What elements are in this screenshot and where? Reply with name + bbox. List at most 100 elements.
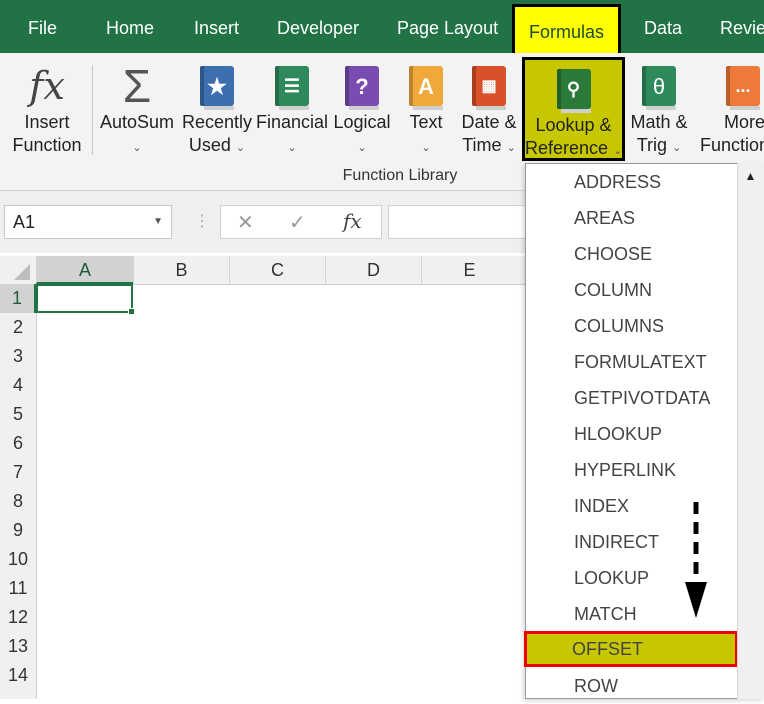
more-functions-label: More: [724, 112, 764, 132]
magnifier-book-icon: ⚲: [556, 69, 591, 113]
text-button[interactable]: A Text ⌄: [404, 53, 448, 160]
menu-item-formulatext[interactable]: FORMULATEXT: [526, 344, 739, 380]
row-header-12[interactable]: 12: [0, 603, 36, 632]
select-all-button[interactable]: [0, 256, 36, 284]
tab-file[interactable]: File: [28, 0, 57, 53]
autosum-label: AutoSum: [99, 112, 175, 132]
row-header-14[interactable]: 14: [0, 661, 36, 690]
function-library-group-label: Function Library: [342, 167, 458, 184]
financial-button[interactable]: ☰ Financial ⌄: [256, 53, 328, 160]
tab-page-layout[interactable]: Page Layout: [397, 0, 498, 53]
column-header-b[interactable]: B: [133, 256, 229, 284]
chevron-down-icon: ⌄: [357, 142, 367, 154]
tab-formulas[interactable]: Formulas: [512, 4, 622, 56]
menu-item-areas[interactable]: AREAS: [526, 200, 739, 236]
column-header-a[interactable]: A: [36, 256, 133, 284]
lookup-reference-dropdown: ADDRESS AREAS CHOOSE COLUMN COLUMNS FORM…: [524, 163, 764, 699]
more-book-icon: ...: [726, 66, 760, 110]
column-header-c[interactable]: C: [229, 256, 325, 284]
menu-item-column[interactable]: COLUMN: [526, 272, 739, 308]
theta-book-icon: θ: [642, 66, 676, 110]
lookup-reference-label-2: Reference: [525, 138, 609, 158]
menu-item-offset[interactable]: OFFSET: [524, 631, 738, 667]
fx-icon: fx: [29, 63, 65, 108]
recently-used-label: Recently: [182, 112, 253, 132]
date-time-label-2: Time: [462, 135, 502, 155]
row-header-2[interactable]: 2: [0, 313, 36, 342]
chevron-down-icon: ⌄: [672, 142, 682, 154]
math-trig-label-2: Trig: [636, 135, 668, 155]
row-header-6[interactable]: 6: [0, 429, 36, 458]
logical-label: Logical: [333, 112, 391, 132]
recently-used-label-2: Used: [188, 135, 231, 155]
menu-item-hlookup[interactable]: HLOOKUP: [526, 416, 739, 452]
question-book-icon: ?: [345, 66, 379, 110]
tab-review[interactable]: Review: [720, 0, 764, 53]
logical-button[interactable]: ? Logical ⌄: [332, 53, 392, 160]
more-functions-button[interactable]: ... More Functions: [700, 53, 764, 157]
chevron-down-icon: ⌄: [421, 142, 431, 154]
ribbon-tab-bar: File Home Insert Developer Page Layout F…: [0, 0, 764, 56]
insert-function-fx-icon[interactable]: fx: [343, 209, 362, 233]
text-label: Text: [409, 112, 443, 132]
text-book-icon: A: [409, 66, 443, 110]
tab-data[interactable]: Data: [644, 0, 682, 53]
lookup-reference-label: Lookup &: [535, 115, 612, 135]
insert-function-label: Insert: [24, 112, 70, 132]
chevron-down-icon: ⌄: [235, 142, 246, 154]
row-header-3[interactable]: 3: [0, 342, 36, 371]
row-header-9[interactable]: 9: [0, 516, 36, 545]
date-time-button[interactable]: ▦ Date & Time ⌄: [458, 53, 520, 160]
column-header-bar: A B C D E: [0, 256, 526, 285]
lookup-reference-button[interactable]: ⚲ Lookup & Reference ⌄: [522, 57, 625, 161]
financial-label: Financial: [256, 112, 329, 132]
menu-item-getpivotdata[interactable]: GETPIVOTDATA: [526, 380, 739, 416]
column-header-d[interactable]: D: [325, 256, 421, 284]
tab-insert[interactable]: Insert: [194, 0, 239, 53]
row-header-bar: 1 2 3 4 5 6 7 8 9 10 11 12 13 14: [0, 284, 37, 699]
calendar-book-icon: ▦: [472, 66, 506, 110]
ribbon-separator: [92, 65, 93, 155]
sigma-icon: Σ: [122, 59, 152, 112]
active-cell-a1[interactable]: [36, 284, 135, 315]
dropdown-scrollbar[interactable]: [737, 163, 764, 699]
autosum-button[interactable]: Σ AutoSum ⌄: [98, 53, 176, 160]
chevron-down-icon: ⌄: [506, 142, 516, 154]
scroll-up-arrow-icon[interactable]: ▲: [737, 163, 764, 189]
date-time-label: Date &: [461, 112, 517, 132]
row-header-7[interactable]: 7: [0, 458, 36, 487]
insert-function-label-2: Function: [12, 135, 82, 155]
name-box[interactable]: A1 ▼: [4, 205, 172, 239]
menu-item-hyperlink[interactable]: HYPERLINK: [526, 452, 739, 488]
menu-item-choose[interactable]: CHOOSE: [526, 236, 739, 272]
dropdown-arrow-icon[interactable]: ▼: [153, 206, 163, 238]
chevron-down-icon: ⌄: [287, 142, 297, 154]
row-header-4[interactable]: 4: [0, 371, 36, 400]
annotation-arrow-icon: [685, 502, 707, 618]
math-trig-button[interactable]: θ Math & Trig ⌄: [627, 53, 691, 160]
formula-bar-buttons: ✕ ✓ fx: [220, 205, 382, 239]
row-header-13[interactable]: 13: [0, 632, 36, 661]
chevron-down-icon: ⌄: [613, 145, 623, 157]
name-box-value: A1: [13, 212, 36, 232]
formula-input[interactable]: [388, 205, 548, 239]
enter-check-icon[interactable]: ✓: [289, 210, 306, 235]
cancel-icon[interactable]: ✕: [237, 210, 254, 235]
chevron-down-icon: ⌄: [132, 142, 142, 154]
recently-used-button[interactable]: ★ Recently Used ⌄: [182, 53, 252, 160]
menu-item-columns[interactable]: COLUMNS: [526, 308, 739, 344]
select-all-triangle-icon: [14, 264, 30, 280]
row-header-8[interactable]: 8: [0, 487, 36, 516]
coins-book-icon: ☰: [275, 66, 309, 110]
row-header-11[interactable]: 11: [0, 574, 36, 603]
row-header-10[interactable]: 10: [0, 545, 36, 574]
formula-bar-grip-icon[interactable]: ⋮: [194, 208, 210, 236]
tab-home[interactable]: Home: [106, 0, 154, 53]
tab-developer[interactable]: Developer: [277, 0, 359, 53]
math-trig-label: Math &: [630, 112, 688, 132]
menu-item-address[interactable]: ADDRESS: [526, 164, 739, 200]
column-header-e[interactable]: E: [421, 256, 517, 284]
row-header-5[interactable]: 5: [0, 400, 36, 429]
row-header-1[interactable]: 1: [0, 284, 36, 313]
insert-function-button[interactable]: fx Insert Function: [8, 53, 86, 157]
